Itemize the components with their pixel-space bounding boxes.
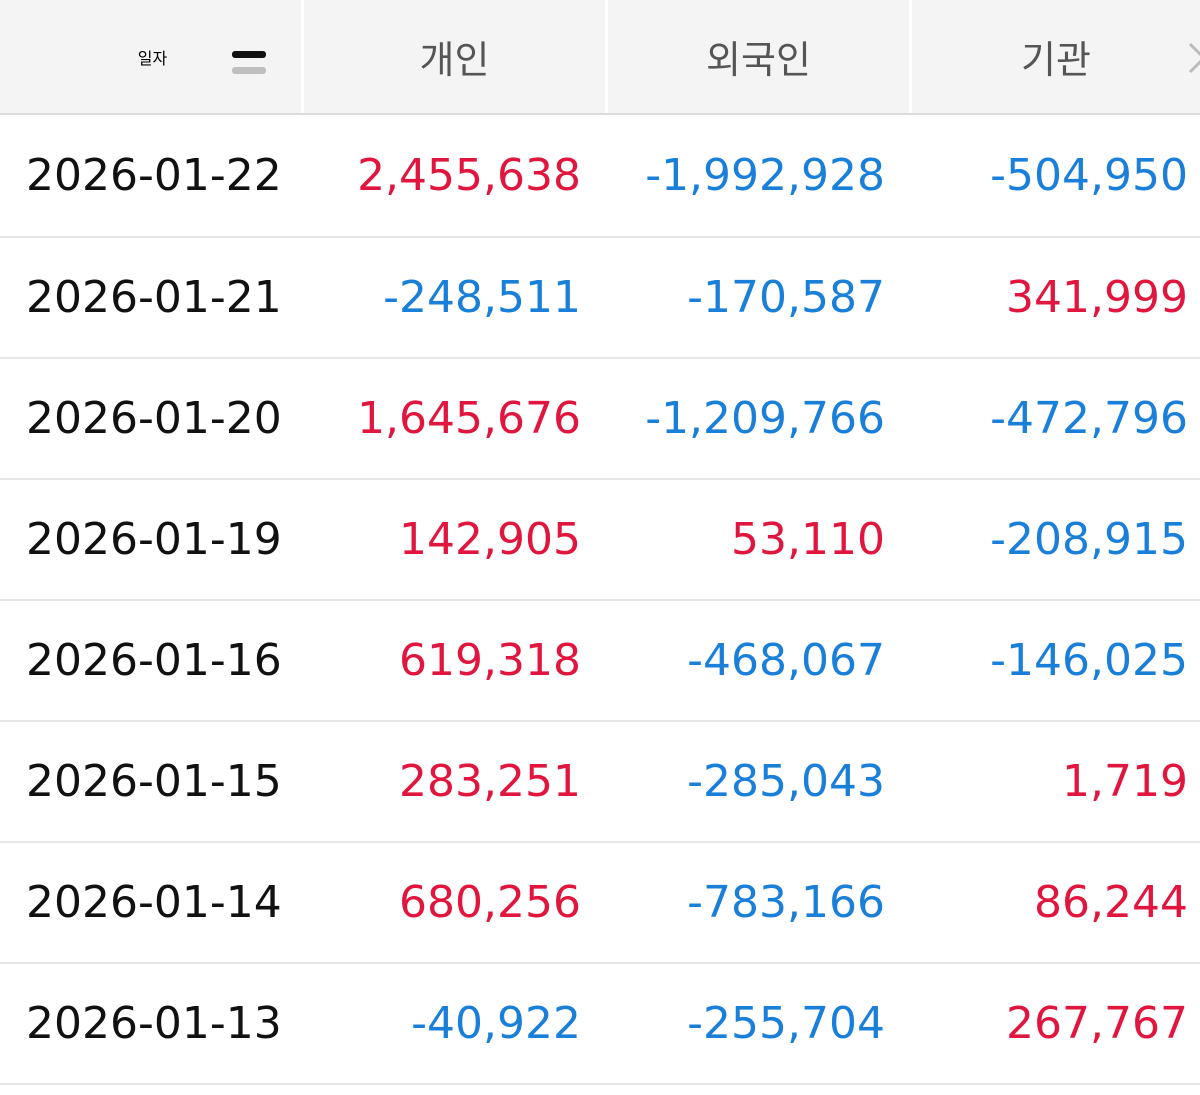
individual-cell: 283,251 xyxy=(399,756,581,807)
table-row[interactable]: 2026-01-13 -40,922 -255,704 267,767 xyxy=(0,964,1200,1085)
institution-cell: -208,915 xyxy=(990,514,1188,565)
sort-icon[interactable] xyxy=(228,45,270,79)
individual-cell: -40,922 xyxy=(411,998,581,1049)
foreign-cell: -1,209,766 xyxy=(645,393,885,444)
date-cell: 2026-01-20 xyxy=(26,393,282,444)
institution-cell: 267,767 xyxy=(1006,998,1188,1049)
foreign-header-label: 외국인 xyxy=(706,38,811,82)
table-body: 2026-01-22 2,455,638 -1,992,928 -504,950 202… xyxy=(0,115,1200,1085)
individual-cell: -248,511 xyxy=(383,272,581,323)
date-cell: 2026-01-15 xyxy=(26,756,282,807)
foreign-cell: -255,704 xyxy=(687,998,885,1049)
date-header-label: 일자 xyxy=(137,48,168,68)
institution-cell: -504,950 xyxy=(990,150,1188,201)
foreign-cell: -170,587 xyxy=(687,272,885,323)
date-cell: 2026-01-22 xyxy=(26,150,282,201)
table-row[interactable]: 2026-01-21 -248,511 -170,587 341,999 xyxy=(0,238,1200,359)
individual-column-header[interactable]: 개인 xyxy=(301,0,605,113)
institution-cell: 341,999 xyxy=(1006,272,1188,323)
individual-cell: 2,455,638 xyxy=(357,150,581,201)
foreign-cell: -468,067 xyxy=(687,635,885,686)
institution-cell: 1,719 xyxy=(1062,756,1188,807)
individual-cell: 1,645,676 xyxy=(357,393,581,444)
table-row[interactable]: 2026-01-19 142,905 53,110 -208,915 xyxy=(0,480,1200,601)
table-header: 일자 개인 외국인 기관 xyxy=(0,0,1200,115)
date-cell: 2026-01-14 xyxy=(26,877,282,928)
date-cell: 2026-01-21 xyxy=(26,272,282,323)
date-cell: 2026-01-13 xyxy=(26,998,282,1049)
foreign-cell: -285,043 xyxy=(687,756,885,807)
table-row[interactable]: 2026-01-16 619,318 -468,067 -146,025 xyxy=(0,601,1200,722)
chevron-right-icon[interactable] xyxy=(1184,40,1200,76)
institution-cell: 86,244 xyxy=(1034,877,1188,928)
foreign-cell: 53,110 xyxy=(731,514,885,565)
table-row[interactable]: 2026-01-15 283,251 -285,043 1,719 xyxy=(0,722,1200,843)
individual-cell: 142,905 xyxy=(399,514,581,565)
foreign-cell: -783,166 xyxy=(687,877,885,928)
table-row[interactable]: 2026-01-14 680,256 -783,166 86,244 xyxy=(0,843,1200,964)
foreign-column-header[interactable]: 외국인 xyxy=(605,0,909,113)
individual-header-label: 개인 xyxy=(419,38,490,82)
date-cell: 2026-01-16 xyxy=(26,635,282,686)
institution-column-header[interactable]: 기관 xyxy=(909,0,1200,113)
foreign-cell: -1,992,928 xyxy=(645,150,885,201)
table-row[interactable]: 2026-01-22 2,455,638 -1,992,928 -504,950 xyxy=(0,115,1200,238)
institution-cell: -472,796 xyxy=(990,393,1188,444)
institution-cell: -146,025 xyxy=(990,635,1188,686)
date-cell: 2026-01-19 xyxy=(26,514,282,565)
individual-cell: 680,256 xyxy=(399,877,581,928)
investor-trading-table: 일자 개인 외국인 기관 2026-01-22 2,455,638 -1,992,9… xyxy=(0,0,1200,1085)
individual-cell: 619,318 xyxy=(399,635,581,686)
table-row[interactable]: 2026-01-20 1,645,676 -1,209,766 -472,796 xyxy=(0,359,1200,480)
institution-header-label: 기관 xyxy=(1021,38,1091,82)
